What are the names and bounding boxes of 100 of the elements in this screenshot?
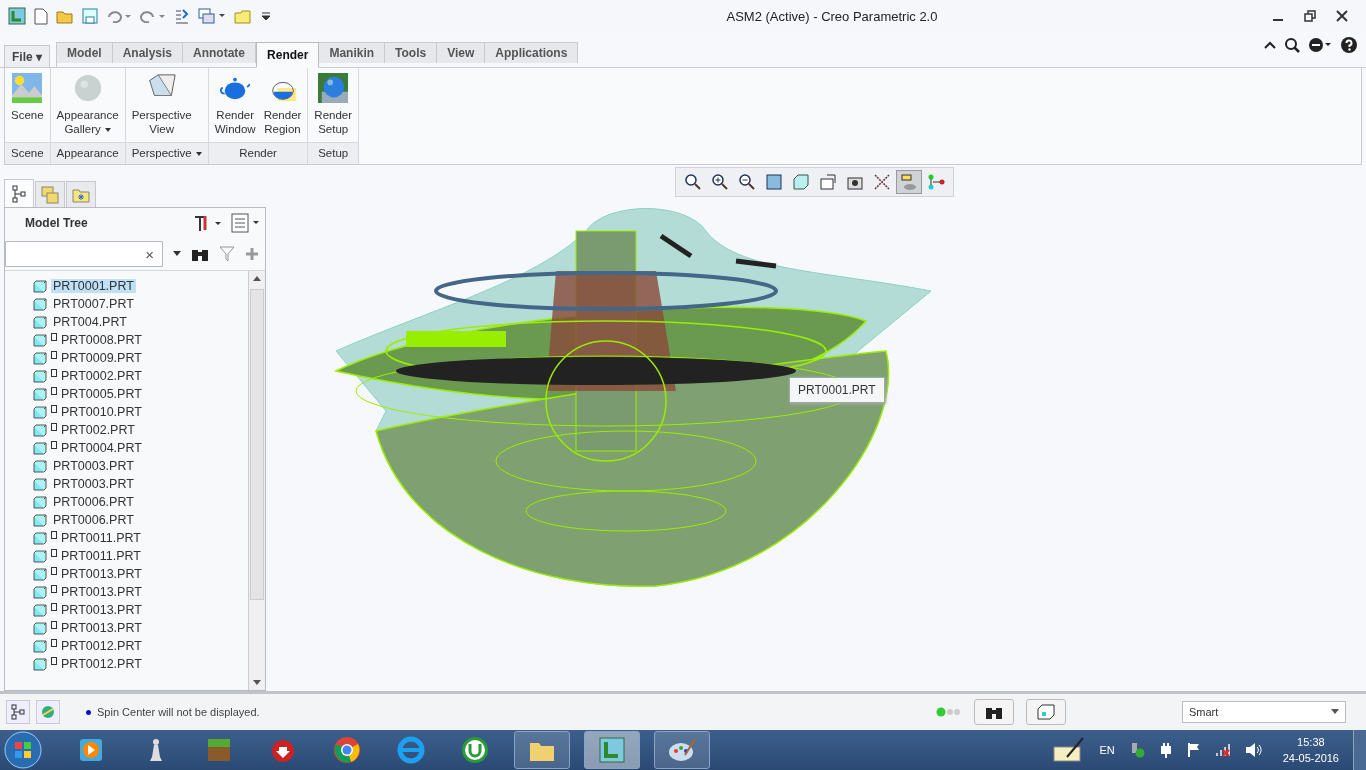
window-title: ASM2 (Active) - Creo Parametric 2.0: [725, 8, 939, 24]
search-icon[interactable]: [1284, 37, 1300, 53]
scroll-up-icon[interactable]: [253, 275, 261, 281]
clock[interactable]: 15:38 24-05-2016: [1282, 734, 1339, 766]
ribbon-button[interactable]: Scene: [7, 71, 48, 142]
tree-item[interactable]: PRT0009.PRT: [59, 351, 144, 365]
volume-icon[interactable]: [1244, 742, 1263, 758]
landscape-icon: [12, 73, 43, 103]
undo-icon[interactable]: [106, 9, 132, 23]
nodes-icon: [927, 173, 945, 191]
scroll-thumb[interactable]: [250, 289, 264, 600]
tree-item[interactable]: PRT002.PRT: [59, 423, 137, 437]
part-icon: [33, 549, 47, 563]
tree-item[interactable]: PRT0005.PRT: [59, 387, 144, 401]
part-icon: [33, 459, 47, 473]
tree-item[interactable]: PRT004.PRT: [51, 315, 129, 329]
part-icon: [33, 513, 47, 527]
ribbon-tab[interactable]: Tools: [385, 42, 438, 63]
tree-item[interactable]: PRT0004.PRT: [59, 441, 144, 455]
part-icon: [33, 333, 47, 347]
signal-icon[interactable]: [1214, 742, 1231, 758]
restore-icon[interactable]: [1304, 10, 1316, 22]
ribbon-tab[interactable]: Manikin: [319, 42, 386, 63]
tools-menu-icon[interactable]: [193, 214, 223, 232]
square-icon: [765, 173, 783, 191]
start-button[interactable]: [4, 731, 42, 769]
taskbar-app-button[interactable]: [514, 731, 570, 769]
browser-toggle-button[interactable]: [36, 700, 60, 724]
ribbon-button[interactable]: Render Window: [210, 71, 260, 142]
ribbon-button[interactable]: Render Region: [259, 71, 306, 142]
pen-input-icon[interactable]: [1053, 737, 1086, 763]
tree-item[interactable]: PRT0013.PRT: [59, 621, 144, 635]
tree-item[interactable]: PRT0006.PRT: [51, 513, 136, 527]
ribbon-tab[interactable]: Applications: [485, 42, 579, 63]
part-icon: [33, 297, 47, 311]
zoom-in-icon: [711, 173, 729, 191]
panel-title: Model Tree: [25, 216, 89, 230]
ribbon-tab[interactable]: Analysis: [112, 42, 184, 63]
cube-icon: [1037, 704, 1055, 720]
tree-item[interactable]: PRT0003.PRT: [51, 459, 136, 473]
community-icon[interactable]: [1308, 37, 1332, 53]
language-indicator[interactable]: EN: [1099, 744, 1115, 756]
add-icon[interactable]: [245, 247, 259, 261]
tree-item[interactable]: PRT0001.PRT: [51, 279, 136, 293]
redo-icon[interactable]: [140, 9, 166, 23]
new-file-icon[interactable]: [34, 7, 48, 25]
tree-item[interactable]: PRT0013.PRT: [59, 585, 144, 599]
windows-icon[interactable]: [198, 8, 226, 24]
colored-circle-icon: [332, 735, 362, 765]
caret-icon: [104, 127, 111, 132]
ribbon-button[interactable]: Appearance Gallery: [52, 71, 123, 142]
tree-item[interactable]: PRT0013.PRT: [59, 567, 144, 581]
taskbar-app-button[interactable]: [654, 731, 710, 769]
ribbon-tab[interactable]: Model: [57, 42, 113, 63]
tree-item[interactable]: PRT0006.PRT: [51, 495, 136, 509]
tree-item[interactable]: PRT0003.PRT: [51, 477, 136, 491]
globe-icon: [40, 704, 56, 720]
part-icon: [33, 639, 47, 653]
group-label: Render: [208, 142, 308, 164]
tree-item[interactable]: PRT0008.PRT: [59, 333, 144, 347]
tree-item[interactable]: PRT0013.PRT: [59, 603, 144, 617]
clear-button[interactable]: ×: [145, 245, 154, 263]
ribbon-button[interactable]: Render Setup: [310, 71, 357, 142]
collapse-ribbon-icon[interactable]: [1264, 40, 1276, 50]
dropdown-icon[interactable]: [173, 251, 181, 257]
tree-item[interactable]: PRT0011.PRT: [59, 531, 143, 545]
close-icon[interactable]: [1336, 10, 1348, 22]
part-icon: [33, 567, 47, 581]
find-button[interactable]: [974, 699, 1014, 725]
ribbon-tab[interactable]: View: [437, 42, 486, 63]
part-icon: [33, 315, 47, 329]
save-icon[interactable]: [82, 8, 98, 24]
regenerate-icon[interactable]: [174, 8, 190, 24]
tree-item[interactable]: PRT0012.PRT: [59, 657, 144, 671]
tree-item[interactable]: PRT0012.PRT: [59, 639, 144, 653]
list-menu-icon[interactable]: [231, 213, 261, 233]
scrollbar[interactable]: [248, 271, 265, 690]
part-icon: [33, 531, 47, 545]
group-label: Scene: [5, 142, 50, 164]
scroll-down-icon[interactable]: [253, 680, 261, 686]
help-icon[interactable]: [1340, 36, 1358, 54]
filter-dropdown[interactable]: Smart: [1182, 701, 1346, 723]
panel-tab[interactable]: [4, 179, 34, 207]
tree-toggle-button[interactable]: [6, 700, 30, 724]
selection-box-button[interactable]: [1026, 699, 1066, 725]
ribbon-tab[interactable]: Render: [256, 42, 320, 68]
tree-item[interactable]: PRT0011.PRT: [59, 549, 143, 563]
customize-menu-icon[interactable]: [260, 10, 272, 22]
ribbon-button[interactable]: Perspective View: [127, 71, 196, 142]
part-icon: [33, 495, 47, 509]
power-plug-icon[interactable]: [1158, 742, 1173, 758]
app-logo-icon: [597, 735, 627, 765]
file-menu[interactable]: File ▾: [4, 45, 50, 67]
tree-item[interactable]: PRT0007.PRT: [51, 297, 136, 311]
tree-item[interactable]: PRT0010.PRT: [59, 405, 144, 419]
search-field[interactable]: ×: [5, 241, 163, 267]
part-icon: [33, 387, 47, 401]
part-icon: [33, 477, 47, 491]
tree-item[interactable]: PRT0002.PRT: [59, 369, 144, 383]
ribbon-tab[interactable]: Annotate: [183, 42, 257, 63]
